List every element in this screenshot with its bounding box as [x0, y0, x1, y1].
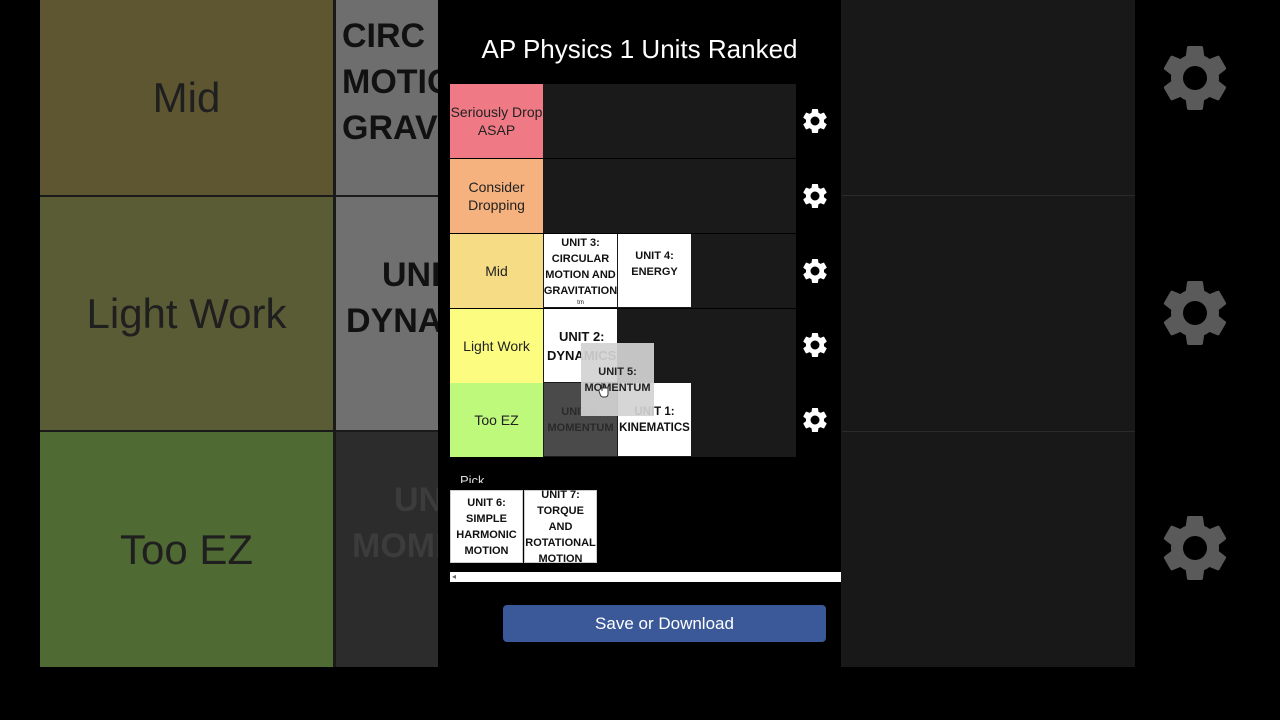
- gear-icon[interactable]: [800, 181, 830, 211]
- unit-card-unit-7[interactable]: UNIT 7: TORQUE AND ROTATIONAL MOTION: [524, 489, 597, 565]
- background-divider: [842, 195, 1135, 196]
- background-divider: [842, 431, 1135, 432]
- scroll-left-icon[interactable]: ◂: [452, 572, 456, 582]
- tier-row-consider-dropping[interactable]: Consider Dropping: [450, 159, 796, 234]
- background-tile: CIRC MOTIC GRAVI: [336, 0, 438, 195]
- horizontal-scrollbar[interactable]: ◂: [450, 572, 841, 582]
- save-download-button[interactable]: Save or Download: [503, 605, 826, 642]
- page-title: AP Physics 1 Units Ranked: [481, 34, 798, 64]
- gear-icon[interactable]: [800, 106, 830, 136]
- tier-label[interactable]: Mid: [450, 234, 543, 308]
- background-gear-icon: [1163, 45, 1227, 110]
- background-gear-icon: [1163, 280, 1227, 345]
- background-empty-area: [842, 0, 1135, 667]
- tier-list-panel: AP Physics 1 Units Ranked Seriously Drop…: [438, 0, 841, 720]
- unit-card-unit-4[interactable]: UNIT 4: ENERGY: [618, 234, 691, 307]
- tier-label[interactable]: Seriously Drop ASAP: [450, 84, 543, 158]
- background-tier-label: Light Work: [40, 197, 333, 430]
- background-gear-icon: [1163, 515, 1227, 580]
- gear-icon[interactable]: [800, 256, 830, 286]
- pool-label: Pick: [460, 473, 485, 483]
- hand-cursor-icon: [598, 383, 609, 398]
- gear-icon[interactable]: [800, 330, 830, 360]
- background-tile: UN MOMI: [336, 432, 438, 667]
- tier-label[interactable]: Consider Dropping: [450, 159, 543, 233]
- unit-card-unit-6[interactable]: UNIT 6: SIMPLE HARMONIC MOTION: [450, 490, 523, 563]
- background-tile: UNI DYNA: [336, 197, 438, 430]
- gear-icon[interactable]: [800, 405, 830, 435]
- tier-row-seriously-drop[interactable]: Seriously Drop ASAP: [450, 84, 796, 159]
- background-tier-label: Mid: [40, 0, 333, 195]
- tier-label[interactable]: Too EZ: [450, 383, 543, 457]
- unit-card-unit-3[interactable]: UNIT 3: CIRCULAR MOTION AND GRAVITATION …: [544, 234, 617, 307]
- tier-label[interactable]: Light Work: [450, 309, 543, 383]
- unit-card-unit-5-dragging[interactable]: UNIT 5: MOMENTUM: [581, 343, 654, 416]
- background-tier-label: Too EZ: [40, 432, 333, 667]
